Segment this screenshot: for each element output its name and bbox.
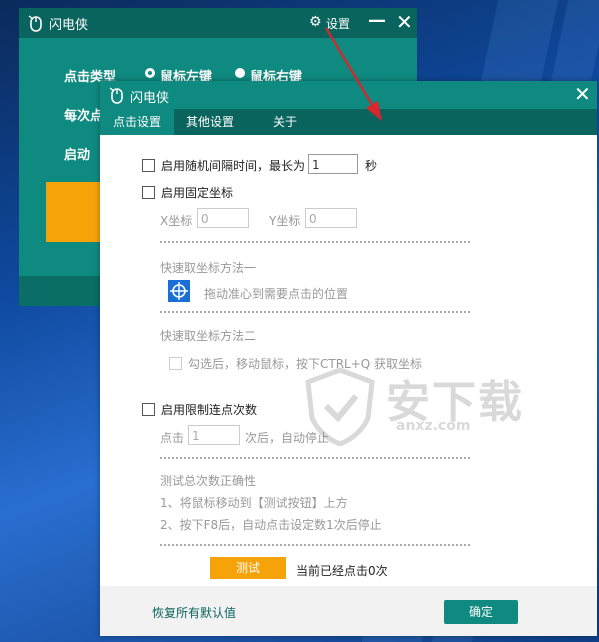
watermark-text: 安下载 (386, 377, 524, 428)
divider (160, 457, 470, 459)
left-button-radio[interactable] (145, 68, 155, 78)
restore-defaults-link[interactable]: 恢复所有默认值 (152, 604, 236, 621)
mouse-logo-icon (109, 87, 123, 104)
hotkey-capture-checkbox[interactable] (169, 357, 182, 370)
test-step-2: 2、按下F8后，自动点击设定数1次后停止 (160, 518, 382, 532)
limit-clicks-checkbox[interactable] (142, 403, 155, 416)
test-step-1: 1、将鼠标移动到【测试按钮】上方 (160, 496, 348, 510)
gear-icon[interactable]: ⚙ (309, 14, 322, 30)
random-interval-label: 启用随机间隔时间，最长为 (161, 159, 306, 173)
method2-title: 快速取坐标方法二 (160, 329, 257, 343)
main-title-bar: 闪电侠 ⚙ 设置 — ✕ (19, 8, 417, 38)
close-button[interactable]: ✕ (574, 82, 591, 106)
click-count-input[interactable]: 1 (188, 425, 240, 445)
minimize-button[interactable]: — (368, 10, 386, 31)
start-label: 启动 (64, 148, 91, 163)
click-count-status: 当前已经点击0次 (296, 564, 388, 578)
tab-other-settings[interactable]: 其他设置 (174, 109, 246, 135)
divider (160, 311, 470, 313)
x-coord-label: X坐标 (160, 214, 193, 228)
settings-title-bar: 闪电侠 ✕ (100, 81, 597, 109)
per-click-label: 每次点 (64, 109, 104, 124)
limit-clicks-label: 启用限制连点次数 (161, 403, 258, 417)
fixed-coord-checkbox[interactable] (142, 186, 155, 199)
click-count-suffix: 次后，自动停止 (245, 431, 330, 445)
y-coord-label: Y坐标 (269, 214, 301, 228)
divider (160, 241, 470, 243)
max-interval-input[interactable]: 1 (308, 154, 358, 174)
y-coord-input[interactable]: 0 (305, 208, 357, 228)
crosshair-icon[interactable] (168, 280, 190, 302)
start-button[interactable] (46, 182, 106, 242)
divider (160, 544, 470, 546)
method1-title: 快速取坐标方法一 (160, 261, 257, 275)
tab-click-settings[interactable]: 点击设置 (100, 109, 174, 135)
click-count-prefix: 点击 (160, 431, 185, 445)
tab-bar: 点击设置 其他设置 关于 (100, 109, 597, 135)
close-button[interactable]: ✕ (396, 10, 413, 34)
settings-dialog: 闪电侠 ✕ 点击设置 其他设置 关于 启用随机间隔时间，最长为 1 秒 启用固定… (100, 81, 597, 636)
random-interval-checkbox[interactable] (142, 159, 155, 172)
x-coord-input[interactable]: 0 (197, 208, 249, 228)
ok-button[interactable]: 确定 (444, 600, 518, 624)
seconds-unit: 秒 (365, 159, 378, 173)
watermark: 安下载 anxz.com (300, 366, 530, 446)
settings-button[interactable]: 设置 (326, 15, 350, 32)
test-button[interactable]: 测试 (210, 557, 286, 579)
settings-dialog-title: 闪电侠 (130, 91, 170, 106)
method1-text: 拖动准心到需要点击的位置 (204, 287, 349, 301)
main-window-title: 闪电侠 (49, 18, 89, 33)
mouse-logo-icon (28, 15, 42, 32)
test-section-title: 测试总次数正确性 (160, 474, 257, 488)
right-button-radio[interactable] (235, 68, 245, 78)
method2-text: 勾选后，移动鼠标，按下CTRL+Q 获取坐标 (188, 357, 423, 371)
fixed-coord-label: 启用固定坐标 (161, 186, 234, 200)
tab-about[interactable]: 关于 (250, 109, 320, 135)
watermark-url: anxz.com (396, 418, 471, 434)
